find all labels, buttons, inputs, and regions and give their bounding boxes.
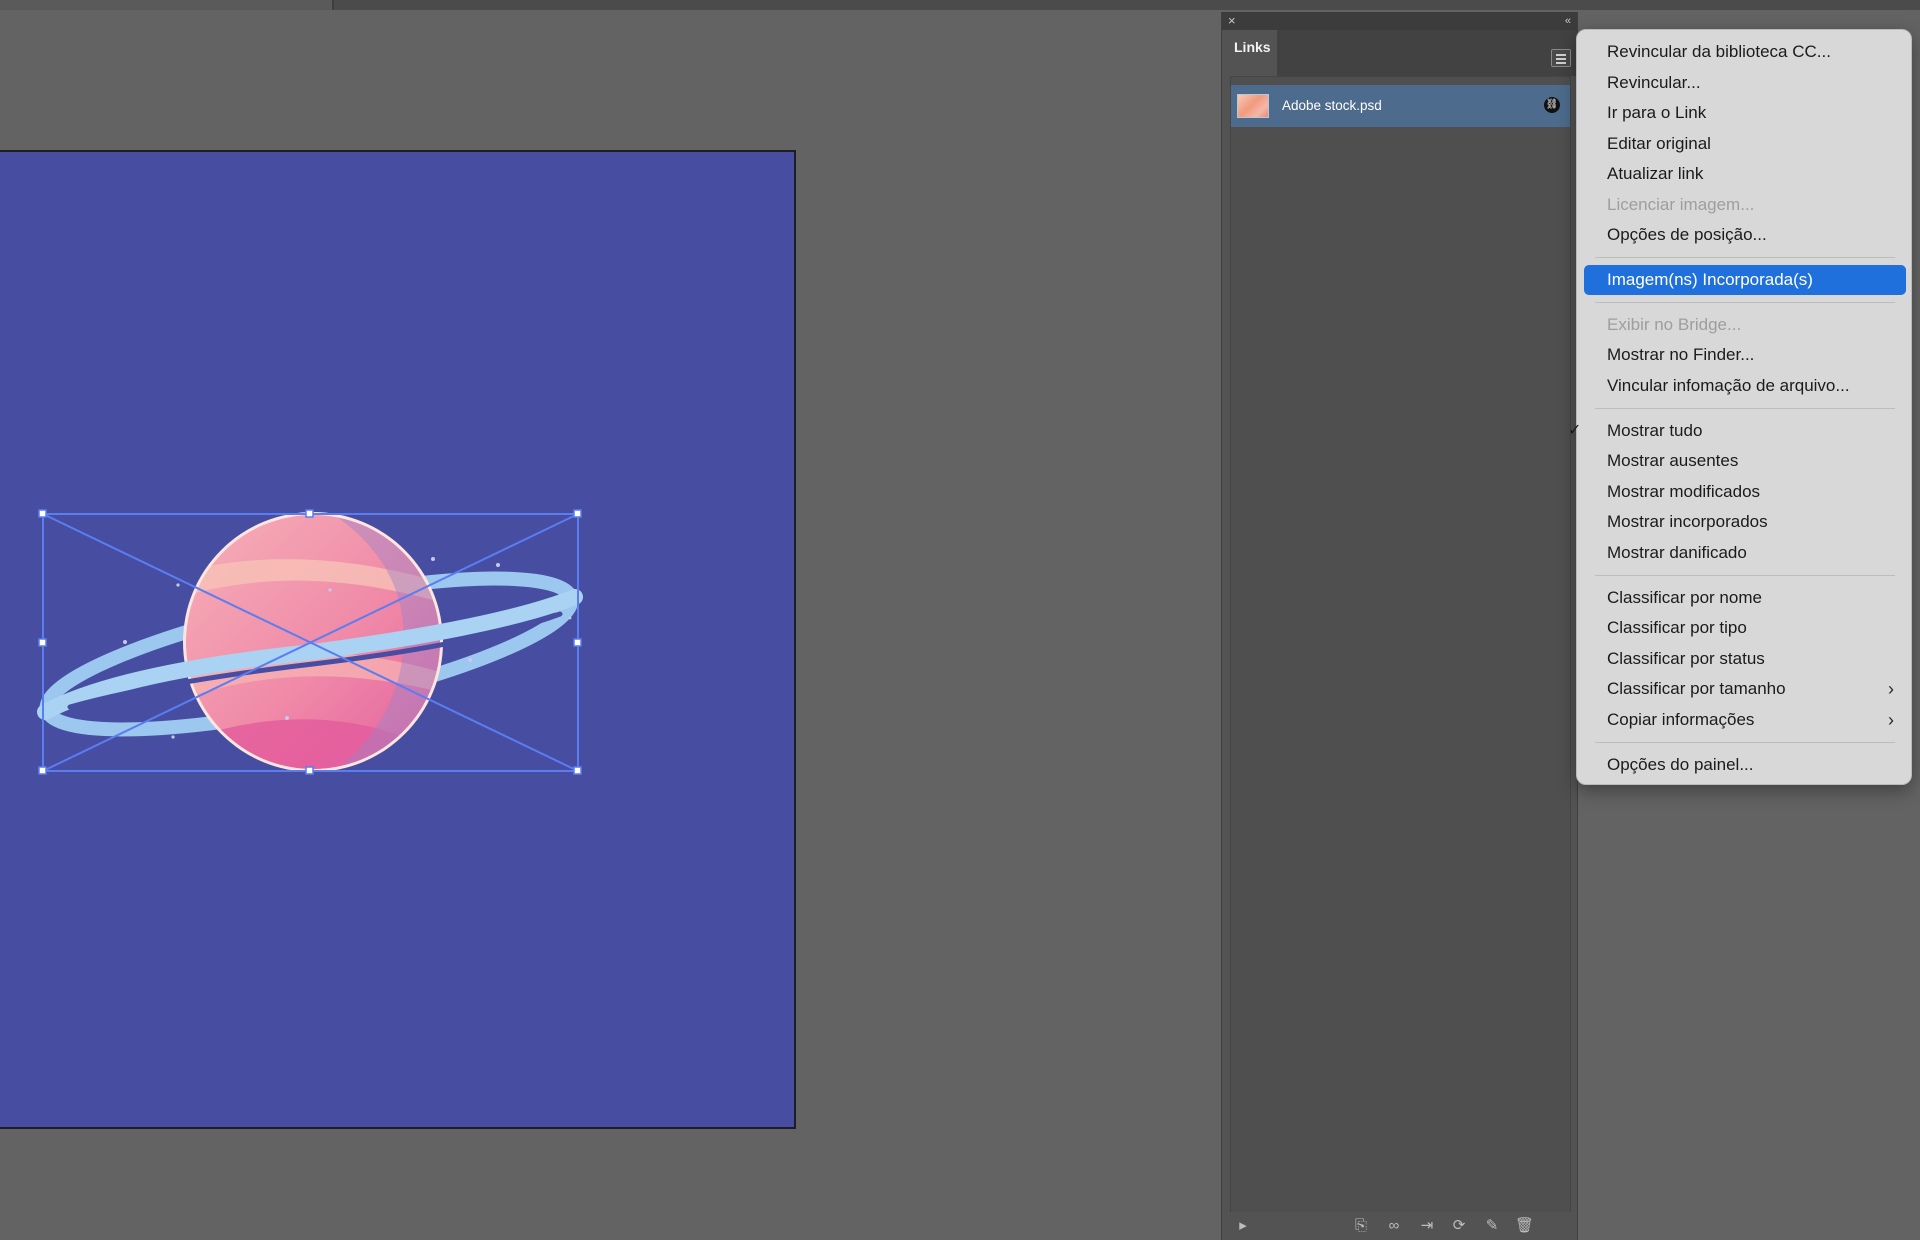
link-thumbnail [1237,94,1269,118]
list-item[interactable]: Adobe stock.psd ⛓ [1231,85,1570,127]
menu-item-sort-by-status[interactable]: Classificar por status [1584,644,1906,674]
relink-icon[interactable]: ∞ [1385,1217,1403,1235]
menu-separator [1595,408,1895,409]
menu-item-placement-options[interactable]: Opções de posição... [1584,220,1906,250]
menu-item-sort-by-name[interactable]: Classificar por nome [1584,583,1906,613]
relink-cc-icon[interactable]: ⎘ [1352,1217,1370,1235]
menu-item-label: Copiar informações [1607,710,1755,729]
close-icon[interactable]: × [1228,12,1244,30]
menu-item-sort-by-size[interactable]: Classificar por tamanho › [1584,674,1906,704]
expand-arrow-icon[interactable]: ▸ [1234,1217,1252,1235]
menu-item-relink[interactable]: Revincular... [1584,68,1906,98]
tab-links[interactable]: Links [1222,30,1277,76]
application-top-bar [0,0,1920,10]
edit-original-icon[interactable]: ✎ [1483,1217,1501,1235]
menu-item-update-link[interactable]: Atualizar link [1584,159,1906,189]
menu-item-go-to-link[interactable]: Ir para o Link [1584,98,1906,128]
panel-menu-icon[interactable] [1551,49,1571,67]
panel-title-strip: × « [1222,12,1577,30]
menu-item-copy-info[interactable]: Copiar informações › [1584,705,1906,735]
panel-footer: ▸ ⎘ ∞ ⇥ ⟳ ✎ 🗑 [1222,1212,1577,1240]
links-list[interactable]: Adobe stock.psd ⛓ [1230,76,1571,1224]
menu-separator [1595,742,1895,743]
links-panel: × « Links Adobe stock.psd ⛓ ▸ ⎘ ∞ ⇥ ⟳ ✎ … [1221,12,1578,1240]
artboard[interactable] [0,150,796,1129]
goto-link-icon[interactable]: ⇥ [1418,1217,1436,1235]
menu-item-embed-images[interactable]: Imagem(ns) Incorporada(s) [1584,265,1906,295]
placed-image-planet[interactable] [0,152,794,1127]
menu-separator [1595,257,1895,258]
checkmark-icon: ✓ [1568,422,1582,439]
chevron-right-icon: › [1888,679,1894,699]
top-bar-segment [0,0,332,10]
menu-item-label: Mostrar tudo [1607,421,1703,440]
menu-item-edit-original[interactable]: Editar original [1584,129,1906,159]
panel-tab-bar: Links [1222,30,1577,76]
link-icon[interactable]: ⛓ [1544,97,1560,113]
update-link-icon[interactable]: ⟳ [1450,1217,1468,1235]
menu-item-show-all[interactable]: ✓ Mostrar tudo [1568,416,1906,446]
menu-item-panel-options[interactable]: Opções do painel... [1584,750,1906,780]
trash-icon[interactable]: 🗑 [1515,1217,1534,1235]
link-filename: Adobe stock.psd [1282,98,1382,113]
menu-item-license-image: Licenciar imagem... [1607,195,1755,214]
menu-item-show-embedded[interactable]: Mostrar incorporados [1584,507,1906,537]
menu-item-show-modified[interactable]: Mostrar modificados [1584,477,1906,507]
menu-item-link-file-info[interactable]: Vincular infomação de arquivo... [1584,371,1906,401]
menu-item-show-broken[interactable]: Mostrar danificado [1584,538,1906,568]
menu-separator [1595,302,1895,303]
menu-item-relink-cc[interactable]: Revincular da biblioteca CC... [1584,37,1906,67]
menu-item-label: Classificar por tamanho [1607,679,1786,698]
top-bar-divider [332,0,334,10]
menu-item-show-missing[interactable]: Mostrar ausentes [1584,446,1906,476]
menu-item-reveal-in-finder[interactable]: Mostrar no Finder... [1584,340,1906,370]
collapse-icon[interactable]: « [1551,12,1571,30]
menu-item-sort-by-type[interactable]: Classificar por tipo [1584,613,1906,643]
chevron-right-icon: › [1888,710,1894,730]
panel-flyout-menu: Revincular da biblioteca CC... Revincula… [1568,29,1912,785]
menu-separator [1595,575,1895,576]
menu-item-reveal-in-bridge: Exibir no Bridge... [1607,315,1742,334]
